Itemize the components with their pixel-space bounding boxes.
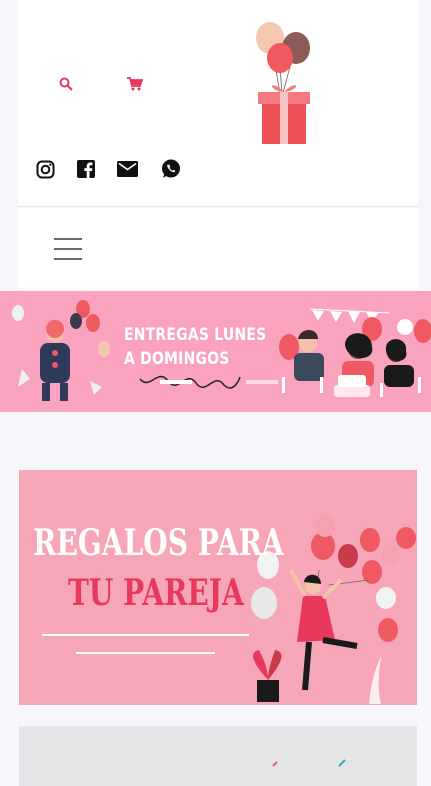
card-title-line-1: REGALOS PARA xyxy=(33,522,284,564)
banner-line-1: ENTREGAS LUNES xyxy=(124,325,267,345)
delivery-banner[interactable]: ENTREGAS LUNES A DOMINGOS xyxy=(0,291,431,412)
instagram-icon[interactable] xyxy=(34,158,56,180)
email-icon[interactable] xyxy=(116,158,138,180)
cart-icon[interactable] xyxy=(124,74,146,94)
hamburger-menu-icon[interactable] xyxy=(54,238,84,262)
banner-line-2: A DOMINGOS xyxy=(124,349,230,369)
whatsapp-icon[interactable] xyxy=(160,158,182,180)
category-card-next[interactable] xyxy=(19,726,417,786)
card-title-line-2: TU PAREJA xyxy=(68,572,244,614)
facebook-icon[interactable] xyxy=(75,158,97,180)
card-divider-1 xyxy=(42,634,249,636)
card-divider-2 xyxy=(76,652,215,654)
category-card-pareja[interactable]: REGALOS PARA TU PAREJA xyxy=(19,470,417,705)
next-card-illustration xyxy=(272,759,346,767)
search-icon[interactable] xyxy=(56,74,76,94)
site-header xyxy=(18,0,418,207)
gift-balloons-logo[interactable] xyxy=(250,18,320,148)
navigation-bar xyxy=(18,208,418,290)
banner-heading: ENTREGAS LUNES A DOMINGOS xyxy=(124,323,266,371)
